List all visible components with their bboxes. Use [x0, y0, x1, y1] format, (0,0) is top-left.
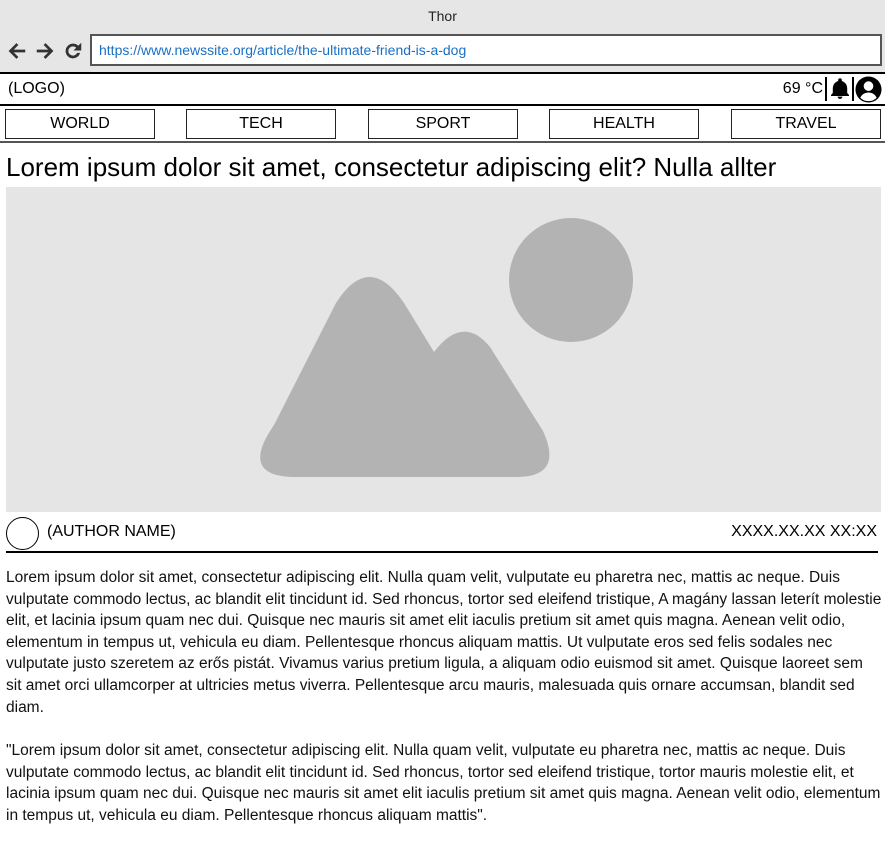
byline: (AUTHOR NAME) XXXX.XX.XX XX:XX [0, 512, 885, 554]
article-quote: "Lorem ipsum dolor sit amet, consectetur… [6, 742, 881, 824]
divider [825, 77, 827, 101]
image-placeholder-icon [260, 218, 633, 477]
weather-temperature: 69 °C [782, 80, 823, 97]
site-logo[interactable]: (LOGO) [8, 80, 65, 98]
divider [852, 77, 854, 101]
article-headline: Lorem ipsum dolor sit amet, consectetur … [6, 152, 777, 182]
bell-icon[interactable] [828, 77, 852, 101]
avatar [6, 517, 39, 550]
publish-datetime: XXXX.XX.XX XX:XX [731, 523, 877, 540]
author-name: (AUTHOR NAME) [47, 523, 176, 540]
nav-item-sport[interactable]: SPORT [368, 109, 518, 139]
window-title: Thor [0, 0, 885, 32]
nav-item-travel[interactable]: TRAVEL [731, 109, 881, 139]
nav-item-health[interactable]: HEALTH [549, 109, 699, 139]
nav-item-tech[interactable]: TECH [186, 109, 336, 139]
site-header: (LOGO) 69 °C [0, 72, 885, 106]
reload-icon[interactable] [62, 40, 84, 62]
arrow-left-icon[interactable] [5, 40, 29, 62]
article-paragraph: Lorem ipsum dolor sit amet, consectetur … [6, 569, 882, 716]
url-input[interactable]: https://www.newssite.org/article/the-ult… [90, 34, 882, 66]
arrow-right-icon[interactable] [33, 40, 57, 62]
user-icon[interactable] [855, 76, 882, 103]
nav-item-world[interactable]: WORLD [5, 109, 155, 139]
divider [6, 551, 878, 553]
category-nav: WORLD TECH SPORT HEALTH TRAVEL [0, 106, 885, 143]
hero-image [6, 187, 881, 512]
address-bar: https://www.newssite.org/article/the-ult… [0, 32, 885, 72]
